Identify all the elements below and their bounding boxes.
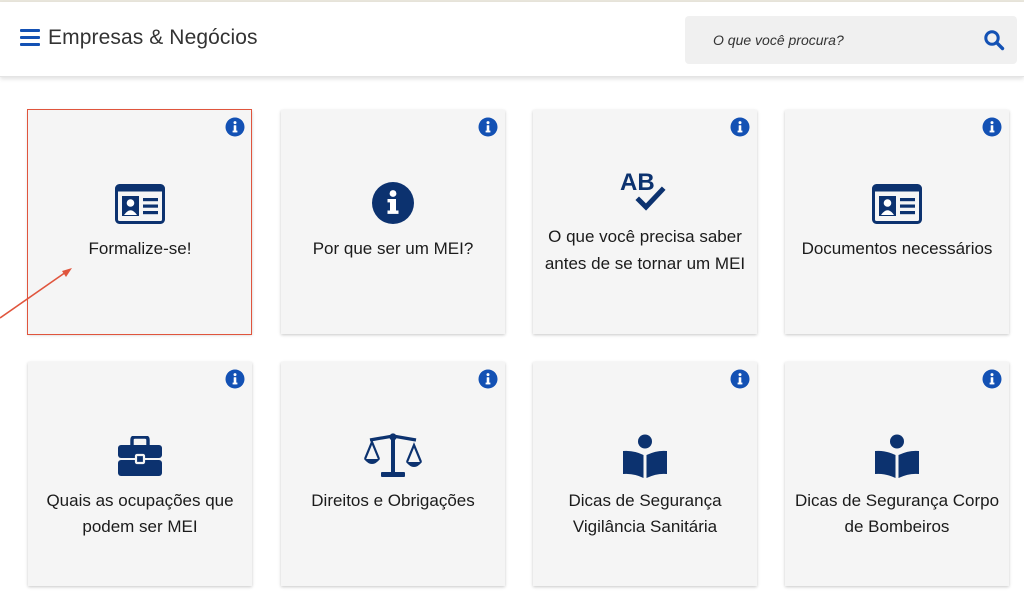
- book-reader-icon: [875, 434, 919, 478]
- card-corpo-bombeiros[interactable]: Dicas de Segurança Corpo de Bombeiros: [785, 362, 1009, 586]
- card-por-que-mei[interactable]: Por que ser um MEI?: [281, 110, 505, 334]
- card-label: Por que ser um MEI?: [312, 239, 474, 258]
- card-vigilancia-sanitaria[interactable]: Dicas de Segurança Vigilância Sanitária: [533, 362, 757, 586]
- book-reader-icon: [623, 434, 667, 478]
- card-label: Formalize-se!: [88, 239, 192, 258]
- header: Empresas & Negócios: [0, 2, 1024, 77]
- card-label: O que você precisa saber antes de se tor…: [544, 227, 746, 273]
- balance-scale-icon: [364, 433, 422, 477]
- id-card-icon: [115, 184, 165, 224]
- info-icon[interactable]: [478, 369, 498, 389]
- search-icon[interactable]: [983, 29, 1005, 51]
- card-o-que-voce-precisa[interactable]: AB O que você precisa saber antes de se …: [533, 110, 757, 334]
- info-icon[interactable]: [225, 117, 245, 137]
- ab-check-icon: AB: [620, 169, 666, 211]
- card-direitos[interactable]: Direitos e Obrigações: [281, 362, 505, 586]
- info-icon[interactable]: [730, 369, 750, 389]
- search-bar: [685, 16, 1017, 64]
- card-formalize[interactable]: Formalize-se!: [28, 110, 252, 334]
- menu-icon[interactable]: [20, 29, 40, 47]
- info-icon[interactable]: [982, 117, 1002, 137]
- info-icon[interactable]: [225, 369, 245, 389]
- card-label: Dicas de Segurança Corpo de Bombeiros: [794, 491, 1000, 536]
- card-documentos[interactable]: Documentos necessários: [785, 110, 1009, 334]
- info-icon[interactable]: [982, 369, 1002, 389]
- card-ocupacoes[interactable]: Quais as ocupações que podem ser MEI: [28, 362, 252, 586]
- svg-text:AB: AB: [620, 169, 655, 196]
- card-label: Documentos necessários: [801, 239, 993, 258]
- app-title: Empresas & Negócios: [48, 26, 258, 49]
- info-icon[interactable]: [730, 117, 750, 137]
- card-label: Direitos e Obrigações: [311, 491, 475, 510]
- card-label: Dicas de Segurança Vigilância Sanitária: [568, 491, 722, 536]
- info-icon[interactable]: [478, 117, 498, 137]
- briefcase-icon: [118, 436, 162, 476]
- info-circle-icon: [372, 182, 414, 224]
- id-card-icon: [872, 184, 922, 224]
- search-input[interactable]: [685, 16, 975, 64]
- card-label: Quais as ocupações que podem ser MEI: [46, 491, 234, 536]
